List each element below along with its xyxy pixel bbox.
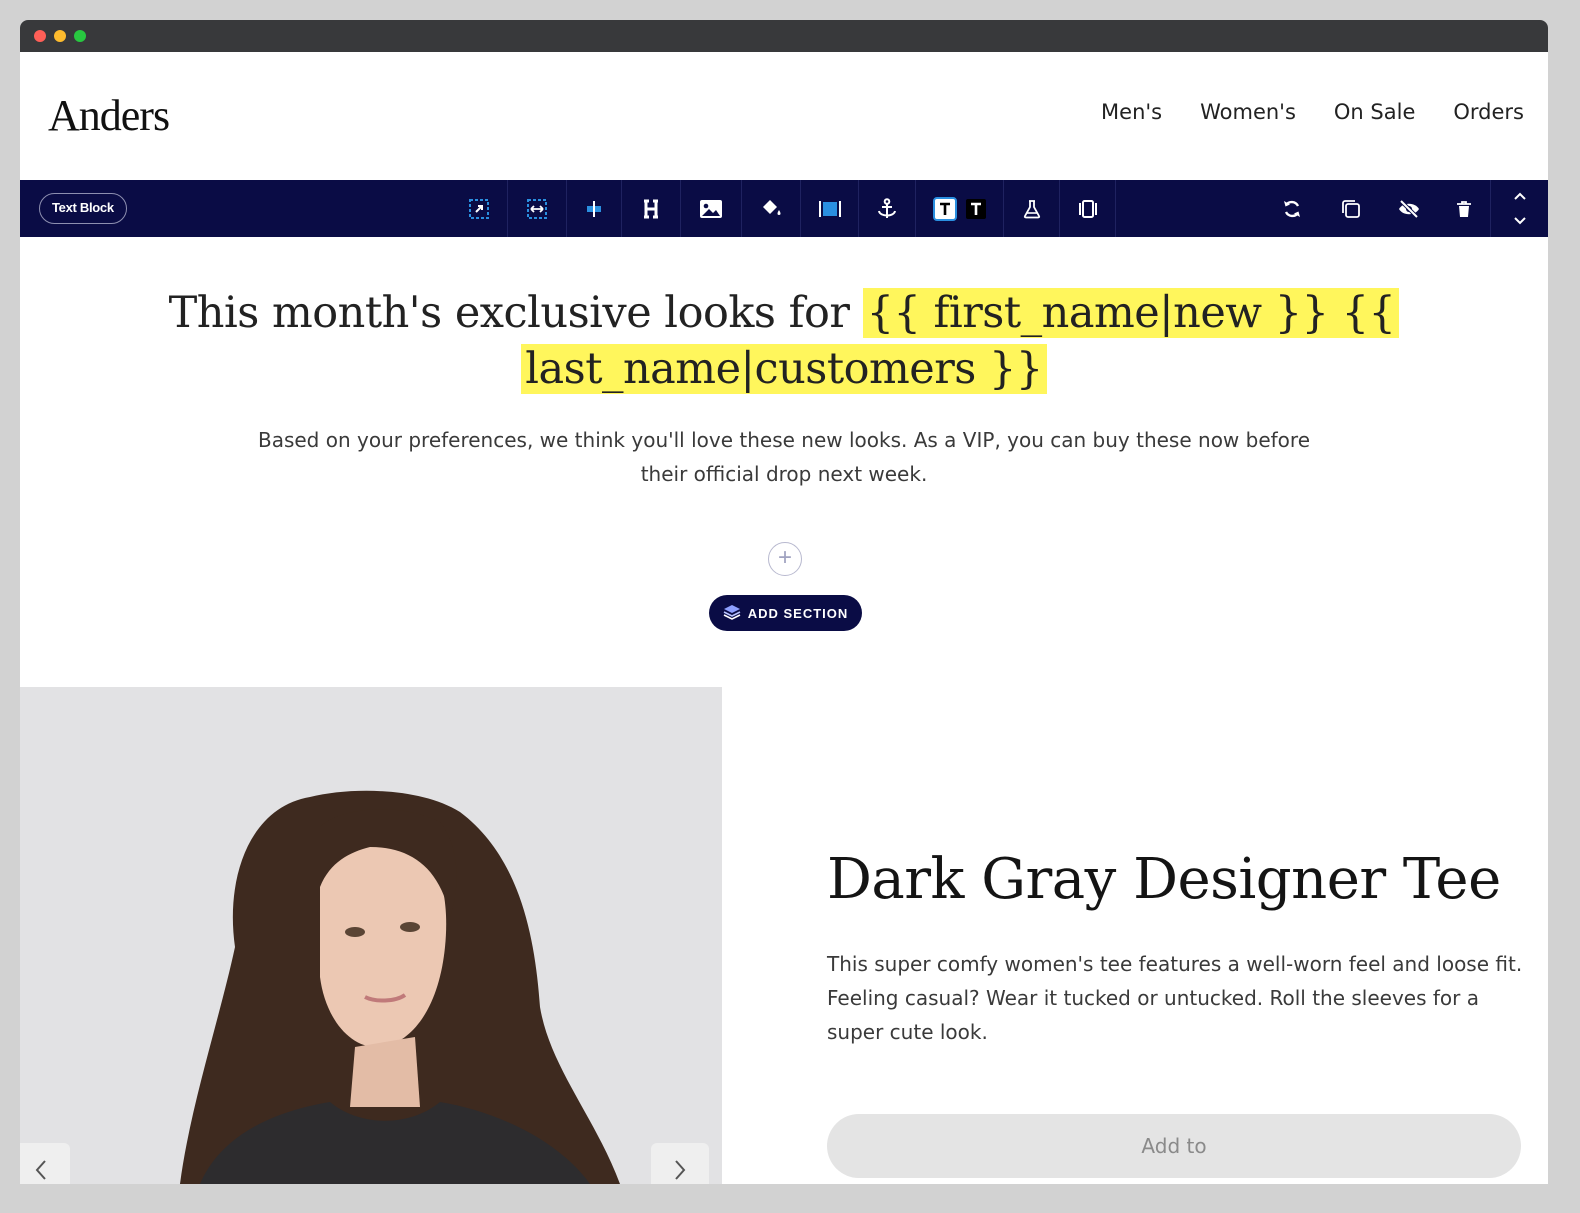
- delete-button[interactable]: [1438, 180, 1490, 237]
- layers-icon: [723, 604, 741, 623]
- fill-color-button[interactable]: [742, 180, 801, 237]
- browser-window: Anders Men's Women's On Sale Orders Text…: [20, 20, 1548, 1184]
- image-icon: [699, 199, 723, 219]
- editor-toolbar: Text Block: [20, 180, 1548, 237]
- image-button[interactable]: [681, 180, 742, 237]
- main-nav: Men's Women's On Sale Orders: [1101, 100, 1524, 124]
- delete-icon: [1456, 200, 1472, 218]
- text-style-button[interactable]: [916, 180, 1004, 237]
- toolbar-tools: [450, 180, 1116, 237]
- toolbar-actions: [1263, 180, 1548, 237]
- experiment-button[interactable]: [1004, 180, 1060, 237]
- hero-headline[interactable]: This month's exclusive looks for {{ firs…: [20, 285, 1548, 397]
- product-image: [20, 687, 722, 1184]
- maximize-window-button[interactable]: [74, 30, 86, 42]
- anchor-button[interactable]: [859, 180, 916, 237]
- refresh-button[interactable]: [1263, 180, 1321, 237]
- paint-bucket-icon: [759, 198, 783, 220]
- heading-icon: [641, 199, 661, 219]
- site-header: Anders Men's Women's On Sale Orders: [20, 52, 1548, 180]
- spacing-button[interactable]: [1060, 180, 1116, 237]
- chevron-right-icon: [674, 1159, 686, 1185]
- align-center-icon: [584, 199, 604, 219]
- add-section-button[interactable]: ADD SECTION: [709, 595, 862, 631]
- spacing-icon: [1078, 199, 1098, 219]
- move-block-controls: [1490, 180, 1548, 237]
- move-up-icon[interactable]: [1513, 188, 1527, 206]
- hero-subtext[interactable]: Based on your preferences, we think you'…: [232, 423, 1336, 491]
- page-content: This month's exclusive looks for {{ firs…: [20, 237, 1548, 1184]
- product-title[interactable]: Dark Gray Designer Tee: [827, 847, 1501, 912]
- move-down-icon[interactable]: [1513, 212, 1527, 230]
- anchor-icon: [877, 197, 897, 220]
- add-to-cart-button[interactable]: Add to: [827, 1114, 1521, 1178]
- carousel-prev-button[interactable]: [20, 1143, 70, 1184]
- text-dark-icon: [965, 198, 987, 220]
- plus-icon: +: [777, 544, 792, 571]
- duplicate-icon: [1341, 199, 1361, 219]
- merge-tag-first-name[interactable]: {{ first_name|new }} {{: [862, 288, 1400, 338]
- nav-orders[interactable]: Orders: [1453, 100, 1524, 124]
- add-block-button[interactable]: +: [768, 542, 802, 576]
- add-section-label: ADD SECTION: [747, 605, 849, 621]
- width-icon: [526, 198, 548, 219]
- window-titlebar: [20, 20, 1548, 52]
- full-width-icon: [818, 199, 841, 219]
- hide-button[interactable]: [1380, 180, 1438, 237]
- nav-womens[interactable]: Women's: [1200, 100, 1296, 124]
- text-style-icon: [932, 196, 957, 221]
- site-logo[interactable]: Anders: [48, 90, 170, 141]
- nav-mens[interactable]: Men's: [1101, 100, 1162, 124]
- refresh-icon: [1282, 199, 1302, 219]
- full-width-button[interactable]: [801, 180, 859, 237]
- block-type-badge[interactable]: Text Block: [39, 193, 127, 224]
- width-button[interactable]: [508, 180, 567, 237]
- experiment-icon: [1022, 199, 1042, 219]
- headline-text: This month's exclusive looks for: [168, 288, 863, 338]
- heading-button[interactable]: [622, 180, 681, 237]
- model-photo: [20, 687, 722, 1184]
- chevron-left-icon: [35, 1159, 47, 1185]
- duplicate-button[interactable]: [1321, 180, 1380, 237]
- hide-icon: [1398, 199, 1420, 219]
- resize-icon: [468, 198, 489, 219]
- product-info: Dark Gray Designer Tee This super comfy …: [722, 687, 1548, 1184]
- minimize-window-button[interactable]: [54, 30, 66, 42]
- close-window-button[interactable]: [34, 30, 46, 42]
- align-center-button[interactable]: [567, 180, 622, 237]
- nav-on-sale[interactable]: On Sale: [1334, 100, 1415, 124]
- merge-tag-last-name[interactable]: last_name|customers }}: [521, 344, 1047, 394]
- resize-button[interactable]: [450, 180, 508, 237]
- carousel-next-button[interactable]: [651, 1143, 709, 1184]
- product-description[interactable]: This super comfy women's tee features a …: [827, 947, 1527, 1049]
